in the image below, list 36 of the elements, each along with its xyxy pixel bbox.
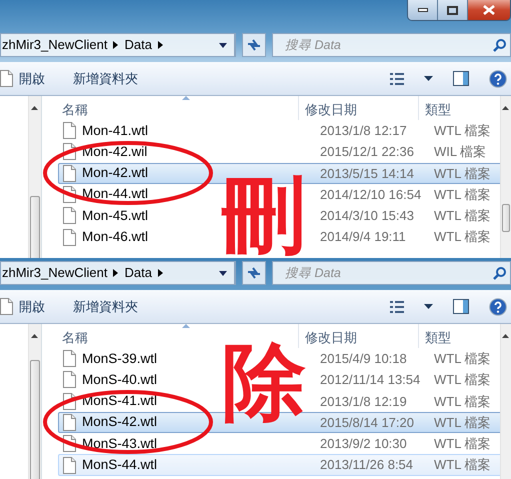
file-date: 2015/12/1 22:36 (319, 143, 415, 162)
file-name: MonS-39.wtl (82, 350, 158, 368)
file-date: 2015/4/9 10:18 (319, 350, 408, 368)
file-date: 2013/1/8 12:19 (319, 392, 408, 410)
file-type: WTL 檔案 (434, 414, 491, 432)
file-type: WTL 檔案 (434, 456, 491, 474)
file-name: MonS-40.wtl (82, 370, 158, 389)
file-name: Mon-42.wtl (82, 164, 150, 182)
file-date: 2014/9/4 19:11 (319, 228, 407, 246)
file-type: WTL 檔案 (434, 350, 491, 368)
file-name: MonS-42.wtl (82, 413, 158, 432)
file-date: 2013/1/8 12:17 (319, 122, 408, 140)
file-name: MonS-41.wtl (82, 392, 158, 410)
file-name: MonS-44.wtl (82, 456, 158, 474)
file-name: Mon-41.wtl (82, 122, 150, 140)
file-type: WTL 檔案 (434, 186, 491, 204)
file-date: 2014/3/10 15:43 (319, 207, 415, 226)
file-type: WIL 檔案 (434, 143, 486, 162)
file-name: MonS-43.wtl (82, 434, 158, 453)
file-type: WTL 檔案 (434, 164, 491, 182)
file-date: 2013/11/26 8:54 (319, 456, 414, 474)
file-date: 2014/12/10 16:54 (319, 186, 422, 204)
file-date: 2013/9/2 10:30 (319, 435, 408, 454)
file-name: Mon-44.wtl (82, 185, 150, 204)
file-name: Mon-45.wtl (82, 206, 150, 225)
file-date: 2015/8/14 17:20 (319, 414, 415, 432)
file-type: WTL 檔案 (434, 371, 491, 390)
file-type: WTL 檔案 (434, 392, 491, 410)
file-type: WTL 檔案 (434, 228, 491, 246)
file-name: Mon-46.wtl (82, 228, 150, 246)
file-type: WTL 檔案 (434, 122, 491, 140)
file-type: WTL 檔案 (434, 435, 491, 454)
file-date: 2012/11/14 13:54 (319, 371, 422, 390)
file-name: Mon-42.wil (82, 142, 148, 161)
file-date: 2013/5/15 14:14 (319, 164, 415, 182)
file-type: WTL 檔案 (434, 207, 491, 226)
